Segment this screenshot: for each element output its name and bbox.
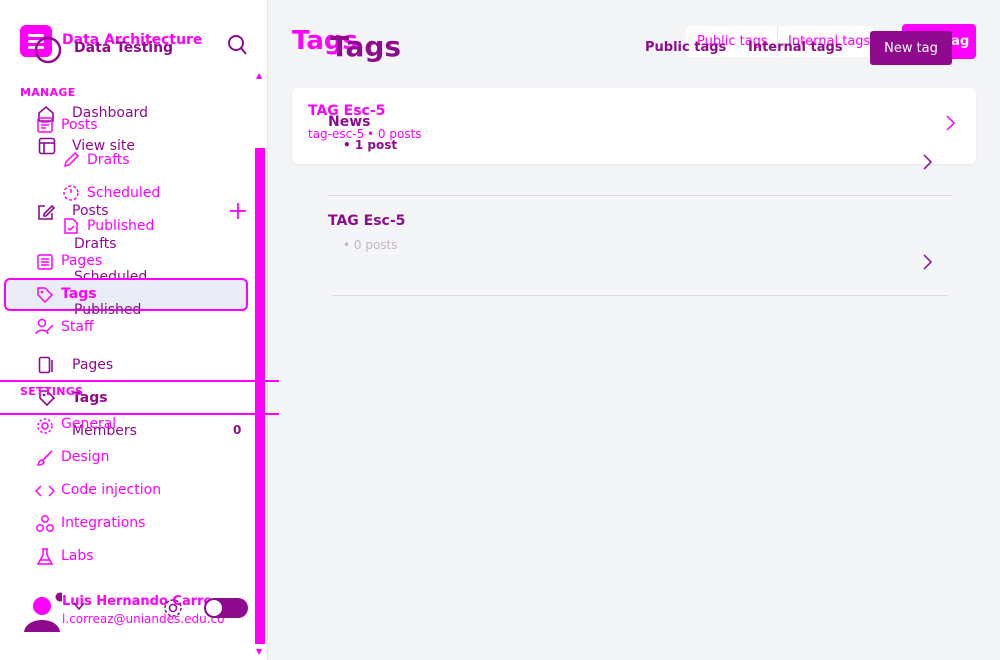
drafts-pencil-icon [62,151,80,169]
tag-name[interactable]: News [328,114,370,130]
dark-mode-toggle[interactable] [204,598,248,618]
design-brush-icon [36,449,54,467]
sidebar-scrollbar[interactable] [255,148,265,644]
user-email: l.correaz@uniandes.edu.co [62,612,225,626]
view-site-icon [38,137,56,155]
nav-pages-b[interactable]: Pages [72,357,113,373]
tab-public-tags[interactable]: Public tags [645,40,726,55]
tags-icon [36,286,54,304]
nav-labs[interactable]: Labs [61,548,94,564]
nav-general[interactable]: General [61,416,116,432]
settings-gear-icon[interactable] [162,597,184,619]
scroll-up-icon[interactable]: ▲ [256,72,264,80]
row-highlight-top-border [0,380,279,382]
members-count-badge: 0 [233,423,242,437]
general-gear-icon [35,416,55,436]
published-doc-icon [62,217,80,235]
scroll-down-icon[interactable]: ▼ [256,648,264,656]
scheduled-clock-icon [62,184,80,202]
list-divider [328,195,952,196]
nav-pages-a[interactable]: Pages [61,253,102,269]
list-divider [333,295,947,296]
site-logo-ring-icon [32,36,64,64]
pages-list-icon [36,253,54,271]
tag-list-card[interactable] [292,88,976,164]
search-icon[interactable] [226,33,248,57]
nav-integrations[interactable]: Integrations [61,515,145,531]
nav-staff[interactable]: Staff [61,319,94,335]
nav-scheduled-a[interactable]: Scheduled [87,185,160,201]
edit-posts-icon [36,202,56,222]
integrations-icon [35,514,55,534]
nav-posts-a[interactable]: Posts [61,117,98,133]
page-title: Tags [330,30,402,63]
tag-post-count: • 0 posts [343,238,398,252]
code-injection-icon [35,482,55,500]
pages-icon [38,356,54,374]
nav-tags-a[interactable]: Tags [61,286,97,302]
sidebar: Data Architecture Data Testing MANAGE Da… [0,0,279,660]
tag-name[interactable]: TAG Esc-5 [328,213,405,229]
toggle-knob [206,600,222,616]
nav-published-b[interactable]: Published [74,302,141,318]
section-label-manage: MANAGE [20,86,76,99]
site-title-b[interactable]: Data Testing [74,40,173,56]
tab-internal-tags[interactable]: Internal tags [748,40,843,55]
chevron-down-icon[interactable] [72,600,86,612]
chevron-right-icon[interactable] [921,253,933,271]
nav-code-injection[interactable]: Code injection [61,482,161,498]
posts-icon [36,116,54,134]
staff-icon [35,318,55,336]
nav-drafts-a[interactable]: Drafts [87,152,130,168]
avatar[interactable] [22,592,65,632]
nav-published-a[interactable]: Published [87,218,154,234]
row-highlight-bottom-border [0,413,279,415]
nav-drafts-b[interactable]: Drafts [74,236,117,252]
chevron-right-icon[interactable] [921,153,933,171]
new-tag-button[interactable]: New tag [870,31,952,65]
labs-flask-icon [36,547,54,567]
section-label-settings: SETTINGS [20,385,84,398]
add-post-icon[interactable] [228,201,248,221]
tag-post-count: • 1 post [343,138,398,152]
nav-design[interactable]: Design [61,449,109,465]
chevron-right-icon[interactable] [944,114,956,132]
